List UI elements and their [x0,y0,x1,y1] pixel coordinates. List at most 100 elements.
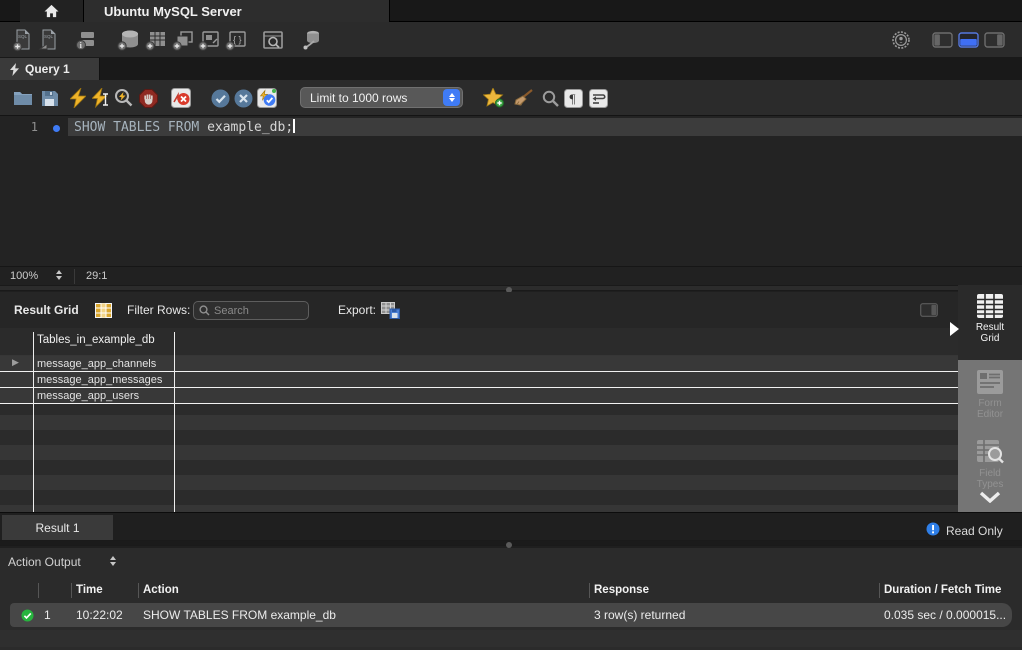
grid-header-row[interactable]: Tables_in_example_db [0,328,958,355]
find-icon[interactable] [539,87,561,109]
create-function-icon[interactable]: { } [223,27,249,53]
rollback-icon[interactable] [232,87,254,109]
open-script-icon[interactable] [12,87,34,109]
field-types-icon [976,439,1004,465]
stop-icon[interactable] [137,87,159,109]
toggle-sidebar-icon[interactable] [920,292,938,328]
filter-search-input[interactable] [214,305,300,317]
export-label: Export: [338,292,376,328]
show-invisibles-icon[interactable]: ¶ [562,87,584,109]
col-response: Response [594,584,649,596]
grid-row-3[interactable]: message_app_users [0,388,958,404]
sidebar-item-label: Field Types [967,468,1013,490]
sidebar-item-result-grid[interactable]: Result Grid [958,285,1022,360]
open-sql-file-icon[interactable]: SQL [36,27,62,53]
create-view-icon[interactable] [170,27,196,53]
result-grid-colored-icon[interactable] [95,292,112,328]
result-grid-toolbar: Result Grid Filter Rows: Export: [0,292,1022,328]
server-tools-icon[interactable] [299,27,325,53]
grid-row-2[interactable]: message_app_messages [0,372,958,388]
result-grid-table: Tables_in_example_db ▶ message_app_chann… [0,328,958,512]
row-index: 1 [44,608,51,622]
action-output-row[interactable]: 1 10:22:02 SHOW TABLES FROM example_db 3… [10,603,1012,627]
info-icon [926,522,940,536]
execute-icon[interactable] [67,87,89,109]
home-tab[interactable] [20,0,84,22]
badge-icon[interactable] [888,27,914,53]
toggle-right-panel-icon[interactable] [981,27,1007,53]
toggle-left-panel-icon[interactable] [929,27,955,53]
tab-result-1[interactable]: Result 1 [2,515,113,540]
create-table-icon[interactable] [143,27,169,53]
col-action: Action [143,584,179,596]
commit-icon[interactable] [209,87,231,109]
search-icon [199,305,210,316]
action-output-empty-row [0,630,1022,647]
limit-rows-value: Limit to 1000 rows [301,91,443,105]
row-time: 10:22:02 [76,608,123,622]
create-schema-icon[interactable] [116,27,142,53]
success-check-icon [21,609,34,622]
toggle-bottom-panel-icon[interactable] [955,27,981,53]
text-caret [293,119,295,133]
server-inspector-icon[interactable]: i [73,27,99,53]
connection-tab-label: Ubuntu MySQL Server [104,4,242,19]
action-output-title: Action Output [8,555,81,569]
filter-search-box[interactable] [193,301,309,320]
select-stepper-icon [443,89,460,106]
filter-rows-label: Filter Rows: [127,292,190,328]
result-tab-bar: Result 1 Read Only [0,512,1022,540]
read-only-status: Read Only [946,524,1003,538]
svg-text:¶: ¶ [569,91,575,106]
search-table-data-icon[interactable] [260,27,286,53]
output-selector-stepper-icon[interactable] [110,556,116,566]
toggle-stop-on-error-icon[interactable] [170,87,192,109]
tab-query-1[interactable]: Query 1 [0,58,100,80]
status-divider [74,269,75,284]
explain-icon[interactable] [113,87,135,109]
col-duration: Duration / Fetch Time [884,584,1001,596]
col-time: Time [76,584,103,596]
toggle-autocommit-icon[interactable] [256,87,278,109]
result-output-splitter[interactable] [0,540,1022,546]
sidebar-item-field-types[interactable]: Field Types [958,435,1022,493]
bolt-icon [10,63,19,76]
title-bar: Ubuntu MySQL Server [0,0,1022,22]
sidebar-item-label: Form Editor [967,398,1013,420]
svg-text:SQL: SQL [44,34,54,39]
editor-result-splitter[interactable] [0,285,1022,291]
sql-editor[interactable]: 1 SHOW TABLES FROM example_db; [0,116,1022,266]
execute-current-icon[interactable] [90,87,112,109]
line-number: 1 [0,120,38,134]
result-grid-icon [976,293,1004,319]
chevron-down-icon [979,491,1001,503]
query-toolbar: Limit to 1000 rows ¶ [0,80,1022,116]
tab-result-1-label: Result 1 [35,521,79,535]
result-grid-title: Result Grid [14,292,79,328]
row-action: SHOW TABLES FROM example_db [143,608,336,622]
grid-row-1[interactable]: ▶ message_app_channels [0,356,958,372]
grid-column-divider [174,332,175,512]
sql-keywords: SHOW TABLES FROM [74,120,207,135]
connection-tab[interactable]: Ubuntu MySQL Server [84,0,390,22]
mysql-workbench-window: Ubuntu MySQL Server SQL SQL i { } [0,0,1022,650]
toggle-wrap-icon[interactable] [587,87,609,109]
sidebar-item-form-editor[interactable]: Form Editor [958,363,1022,435]
save-snippet-icon[interactable] [483,87,505,109]
sql-identifier: example_db; [207,120,293,135]
grid-body: ▶ message_app_channels message_app_messa… [0,355,958,512]
save-script-icon[interactable] [38,87,60,109]
action-output-header-row: Time Action Response Duration / Fetch Ti… [0,581,1022,601]
new-sql-file-icon[interactable]: SQL [10,27,36,53]
sidebar-collapse-chevron[interactable] [958,491,1022,503]
create-procedure-icon[interactable] [196,27,222,53]
action-output-panel: Action Output Time Action Response Durat… [0,548,1022,650]
sidebar-item-label: Result Grid [967,322,1013,344]
grid-gutter-divider [33,332,34,512]
export-icon[interactable] [381,292,400,328]
caret-position: 29:1 [86,270,107,282]
row-duration: 0.035 sec / 0.000015... [884,608,1006,622]
limit-rows-select[interactable]: Limit to 1000 rows [300,87,463,108]
zoom-stepper-icon[interactable] [56,270,62,280]
beautify-icon[interactable] [512,87,534,109]
